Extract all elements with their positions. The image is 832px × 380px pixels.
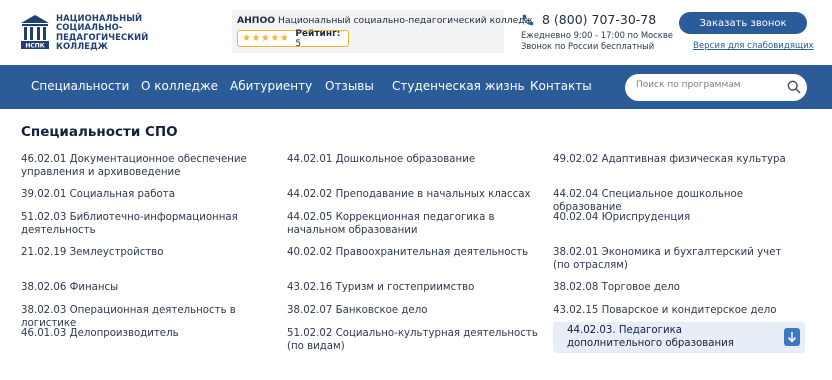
specialty-link[interactable]: 43.02.16 Туризм и гостеприимство [287,282,542,295]
page-title: Специальности СПО [21,124,178,140]
phone-number[interactable]: 8 (800) 707-30-78 [542,12,656,27]
specialty-link[interactable]: 44.02.04 Специальное дошкольное образова… [553,189,808,214]
organization-full-name: Национальный социально-педагогический ко… [278,15,533,26]
specialty-link[interactable]: 38.02.06 Финансы [21,282,261,295]
specialty-link[interactable]: 46.02.01 Документационное обеспечение уп… [21,154,261,179]
specialty-link[interactable]: 49.02.02 Адаптивная физическая культура [553,154,808,167]
search-input[interactable] [636,80,776,90]
rating-value: 5 [295,38,302,49]
phone-note: Звонок по России бесплатный [521,41,655,51]
rating-text: Рейтинг: 5 [295,29,348,49]
rating-badge[interactable]: ★★★★★ Рейтинг: 5 [237,29,349,49]
specialty-link[interactable]: 38.02.08 Торговое дело [553,282,808,295]
arrow-down-icon[interactable] [784,328,800,346]
nav-item-contacts[interactable]: Контакты [530,79,592,93]
specialty-link[interactable]: 39.02.01 Социальная работа [21,189,261,202]
phone-hours: Ежедневно 9:00 - 17:00 по Москве [521,30,673,40]
main-navigation: Специальности О колледже Абитуриенту Отз… [0,65,832,109]
nav-item-specialties[interactable]: Специальности [31,79,129,93]
nav-item-student-life[interactable]: Студенческая жизнь [392,79,525,93]
college-logo[interactable]: НСПК НАЦИОНАЛЬНЫЙ СОЦИАЛЬНО- ПЕДАГОГИЧЕС… [20,13,148,52]
specialty-link[interactable]: 40.02.04 Юриспруденция [553,212,808,225]
search-icon[interactable] [787,80,801,94]
rating-label: Рейтинг: [295,28,341,39]
phone-icon [522,14,534,25]
specialty-link[interactable]: 38.02.01 Экономика и бухгалтерский учет … [553,247,798,272]
logo-line-4: КОЛЛЕДЖ [56,41,109,52]
specialty-link[interactable]: 46.01.03 Делопроизводитель [21,328,261,341]
contact-phone-block: 8 (800) 707-30-78 Ежедневно 9:00 - 17:00… [521,12,673,52]
logo-emblem-icon: НСПК [21,15,49,50]
specialty-link[interactable]: 21.02.19 Землеустройство [21,247,261,260]
specialty-link[interactable]: 38.02.03 Операционная деятельность в лог… [21,305,281,330]
order-call-button[interactable]: Заказать звонок [679,12,807,34]
accessibility-version-link[interactable]: Версия для слабовидящих [693,41,814,51]
nav-item-applicants[interactable]: Абитуриенту [230,79,312,93]
logo-text: НАЦИОНАЛЬНЫЙ СОЦИАЛЬНО- ПЕДАГОГИЧЕСКИЙ К… [56,13,148,52]
nav-item-reviews[interactable]: Отзывы [325,79,374,93]
specialty-link[interactable]: 38.02.07 Банковское дело [287,305,542,318]
specialty-link[interactable]: 51.02.03 Библиотечно-информационная деят… [21,212,261,237]
specialty-link-label: 44.02.03. Педагогика дополнительного обр… [567,325,734,349]
nav-item-about[interactable]: О колледже [141,79,218,93]
site-header: НСПК НАЦИОНАЛЬНЫЙ СОЦИАЛЬНО- ПЕДАГОГИЧЕС… [0,0,832,65]
specialty-link[interactable]: 44.02.05 Коррекционная педагогика в нача… [287,212,542,237]
specialty-link[interactable]: 51.02.02 Социально-культурная деятельнос… [287,328,542,353]
specialty-link[interactable]: 44.02.02 Преподавание в начальных класса… [287,189,542,202]
specialty-link[interactable]: 40.02.02 Правоохранительная деятельность [287,247,542,260]
specialty-link[interactable]: 43.02.15 Поварское и кондитерское дело [553,305,808,318]
phone-info: Ежедневно 9:00 - 17:00 по Москве Звонок … [521,30,673,52]
organization-info: АНПОО Национальный социально-педагогичес… [232,10,533,53]
specialty-link-highlighted[interactable]: 44.02.03. Педагогика дополнительного обр… [553,322,805,353]
logo-mark-text: НСПК [25,43,44,50]
organization-name: АНПОО Национальный социально-педагогичес… [237,15,533,26]
search-box [625,74,807,101]
organization-prefix: АНПОО [237,15,276,26]
specialty-link[interactable]: 44.02.01 Дошкольное образование [287,154,542,167]
rating-stars-icon: ★★★★★ [242,32,290,44]
